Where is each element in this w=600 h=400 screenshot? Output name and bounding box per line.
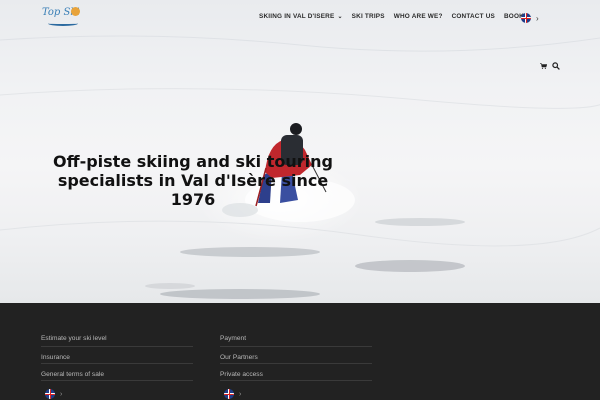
footer-link-our-partners[interactable]: Our Partners — [220, 347, 372, 364]
logo-swoosh-icon — [48, 21, 78, 26]
footer-link-general-terms[interactable]: General terms of sale — [41, 364, 193, 381]
nav-item-label: Contact us — [451, 13, 495, 20]
chevron-down-icon: ⌄ — [337, 14, 343, 20]
footer-link-estimate-ski-level[interactable]: Estimate your ski level — [41, 330, 193, 347]
footer-language-switcher-right[interactable]: › — [224, 389, 241, 399]
language-switcher[interactable]: › — [521, 13, 539, 23]
logo-sun-icon — [71, 7, 80, 16]
uk-flag-icon — [224, 389, 234, 399]
search-icon[interactable] — [552, 62, 560, 70]
cart-icon[interactable] — [540, 63, 547, 69]
main-nav: Skiing in Val d'Isere ⌄ Ski trips Who ar… — [259, 13, 541, 20]
footer-link-payment[interactable]: Payment — [220, 330, 372, 347]
nav-item-ski-trips[interactable]: Ski trips — [352, 13, 385, 20]
uk-flag-icon — [521, 13, 531, 23]
chevron-right-icon: › — [60, 390, 63, 398]
hero-banner: Top Ski Skiing in Val d'Isere ⌄ Ski trip… — [0, 0, 600, 303]
chevron-right-icon: › — [536, 13, 539, 23]
uk-flag-icon — [45, 389, 55, 399]
nav-item-label: Who are we? — [393, 13, 443, 20]
nav-item-label: Skiing in Val d'Isere — [259, 13, 335, 20]
nav-item-who-are-we[interactable]: Who are we? — [394, 13, 443, 20]
topski-logo[interactable]: Top Ski — [40, 5, 82, 29]
footer-link-insurance[interactable]: Insurance — [41, 347, 193, 364]
nav-item-label: Ski trips — [351, 13, 385, 20]
footer-language-switcher-left[interactable]: › — [45, 389, 62, 399]
hero-headline: Off-piste skiing and ski touring special… — [53, 152, 333, 209]
chevron-right-icon: › — [239, 390, 242, 398]
footer-links-left: Estimate your ski level Insurance Genera… — [41, 330, 193, 381]
nav-item-skiing-in-val-disere[interactable]: Skiing in Val d'Isere ⌄ — [259, 13, 343, 20]
footer-links-right: Payment Our Partners Private access — [220, 330, 372, 381]
footer-link-private-access[interactable]: Private access — [220, 364, 372, 381]
nav-item-contact-us[interactable]: Contact us — [452, 13, 495, 20]
